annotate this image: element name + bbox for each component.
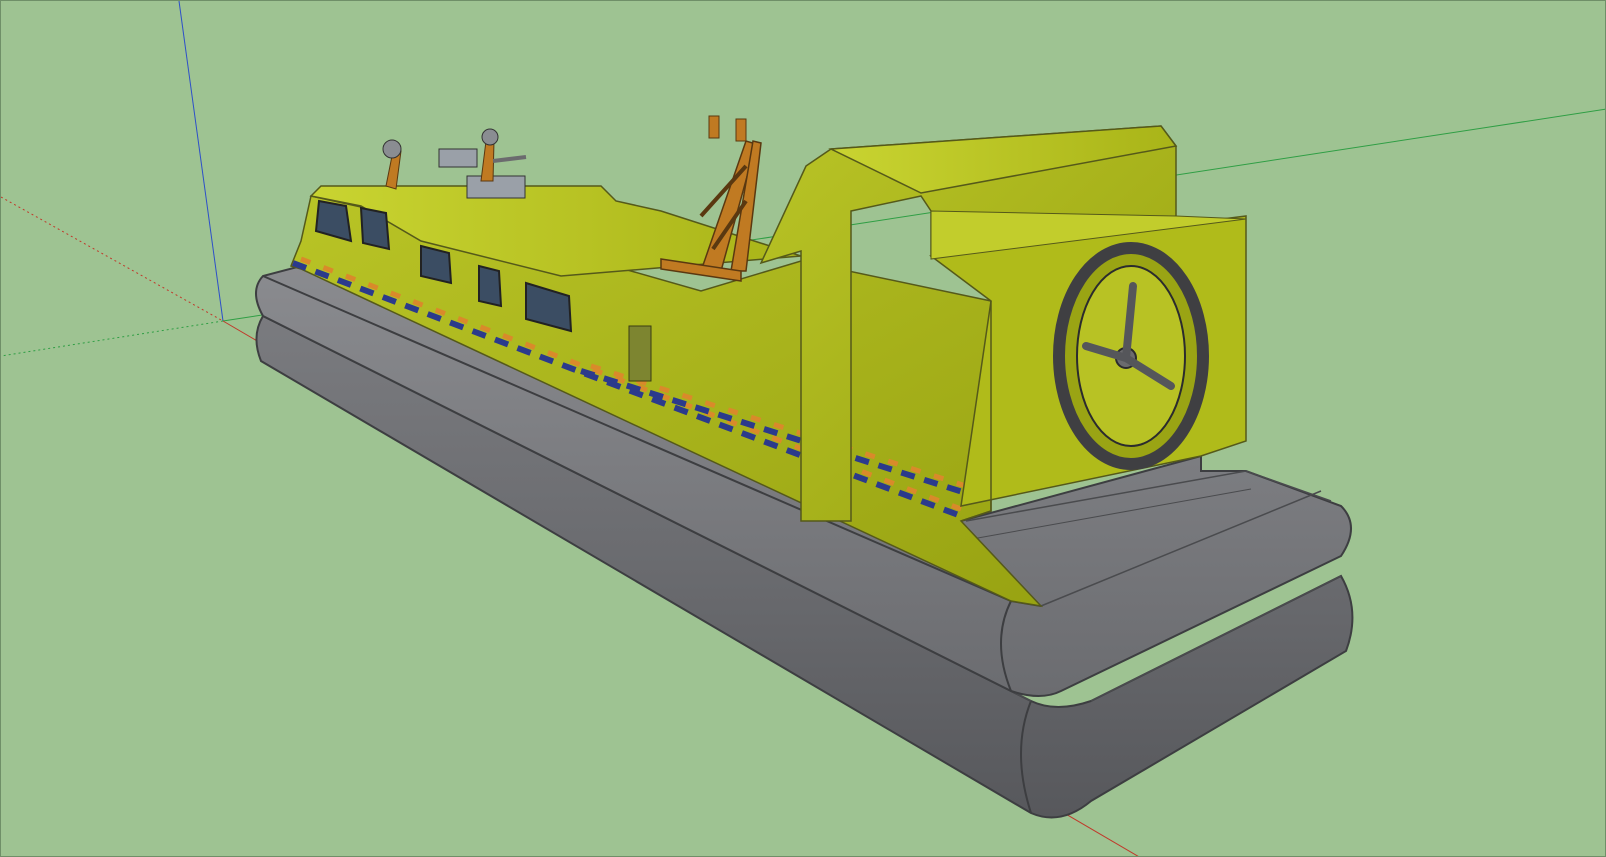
red-axis-dotted — [1, 196, 224, 322]
3d-scene[interactable] — [1, 1, 1606, 857]
green-axis-dotted — [1, 320, 224, 357]
blue-axis — [178, 1, 224, 322]
modeling-viewport[interactable] — [0, 0, 1606, 857]
vent-grille — [628, 325, 652, 382]
fan-icon — [1053, 242, 1209, 470]
fan-housing[interactable] — [759, 125, 1247, 522]
